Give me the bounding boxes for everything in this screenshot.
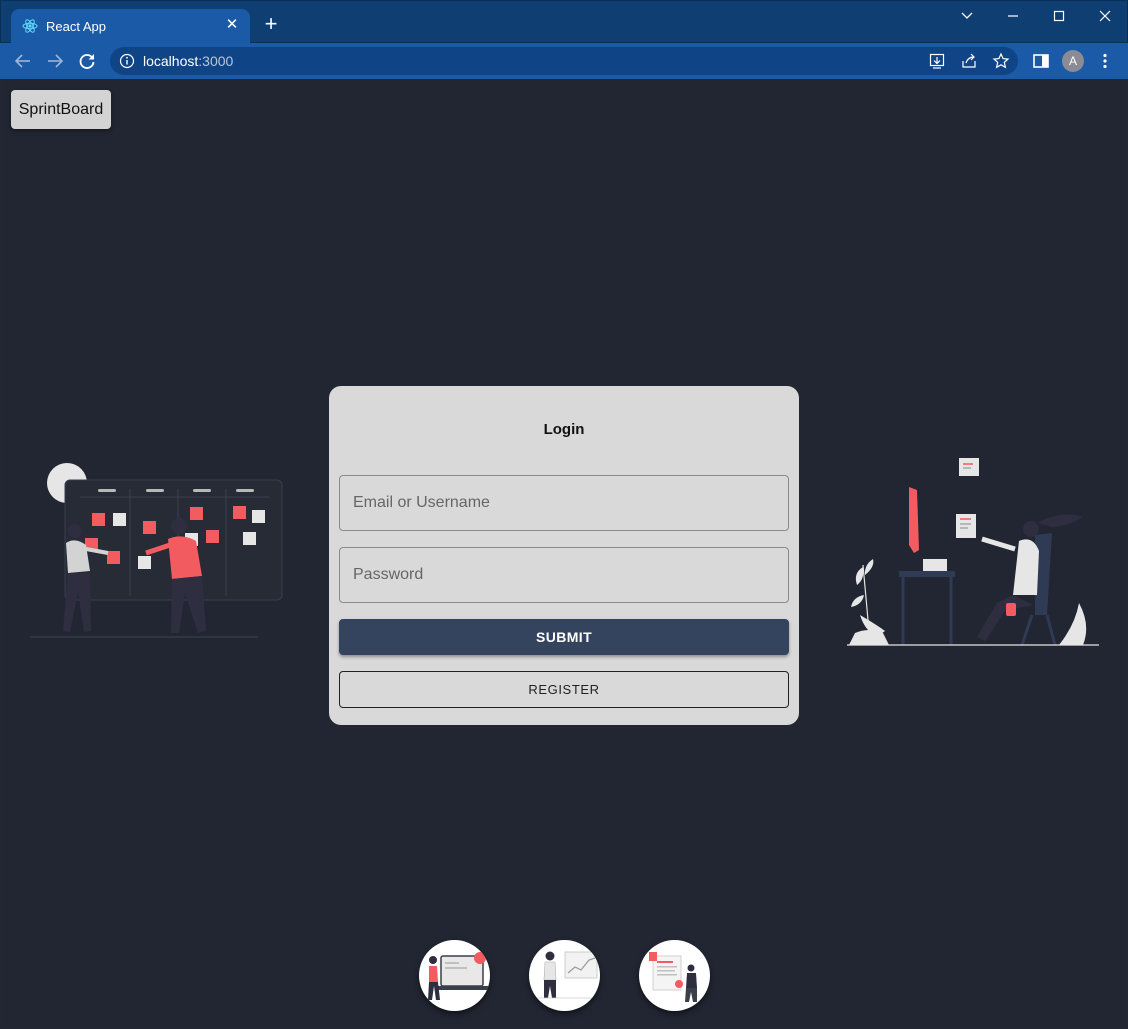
react-logo-icon <box>22 19 38 33</box>
tab-close-icon[interactable]: ✕ <box>223 16 241 34</box>
arrow-right-icon[interactable] <box>44 50 66 72</box>
profile-avatar[interactable]: A <box>1062 50 1084 72</box>
close-window-icon[interactable] <box>1092 5 1118 27</box>
desk-worker-illustration <box>847 458 1099 646</box>
tab-title: React App <box>46 19 106 34</box>
browser-tab-strip: React App ✕ + <box>0 0 1128 44</box>
kanban-board-illustration <box>30 463 283 638</box>
document-review-illustration <box>649 952 697 1002</box>
reload-icon[interactable] <box>76 50 98 72</box>
address-bar[interactable]: localhost:3000 <box>110 47 1018 75</box>
register-button[interactable]: REGISTER <box>339 671 789 708</box>
login-card: Login SUBMIT REGISTER <box>329 386 799 725</box>
maximize-icon[interactable] <box>1046 5 1072 27</box>
thumbnail-laptop-user[interactable] <box>419 940 490 1011</box>
brand-button[interactable]: SprintBoard <box>11 90 111 129</box>
install-icon[interactable] <box>928 52 946 70</box>
chart-presenter-illustration <box>533 951 598 999</box>
tab-search-chevron-icon[interactable] <box>954 5 980 27</box>
url-text[interactable]: localhost:3000 <box>143 53 233 69</box>
laptop-user-illustration <box>428 952 489 1000</box>
username-input[interactable] <box>339 475 789 531</box>
thumbnail-chart-presenter[interactable] <box>529 940 600 1011</box>
browser-tab[interactable]: React App ✕ <box>11 9 250 44</box>
url-host: localhost <box>143 53 199 69</box>
side-panel-icon[interactable] <box>1031 51 1051 71</box>
thumbnail-document-review[interactable] <box>639 940 710 1011</box>
login-title: Login <box>543 421 585 438</box>
browser-toolbar: localhost:3000 A <box>0 43 1128 79</box>
arrow-left-icon[interactable] <box>12 50 34 72</box>
star-icon[interactable] <box>992 52 1010 70</box>
kebab-menu-icon[interactable] <box>1095 51 1115 71</box>
minimize-icon[interactable] <box>1000 5 1026 27</box>
page-viewport: SprintBoard Login Email or Username SUBM… <box>1 79 1127 1028</box>
url-port: :3000 <box>198 53 234 69</box>
new-tab-button[interactable]: + <box>261 13 281 35</box>
share-icon[interactable] <box>960 52 978 70</box>
password-input[interactable] <box>339 547 789 603</box>
info-icon[interactable] <box>119 53 135 69</box>
submit-button[interactable]: SUBMIT <box>339 619 789 655</box>
